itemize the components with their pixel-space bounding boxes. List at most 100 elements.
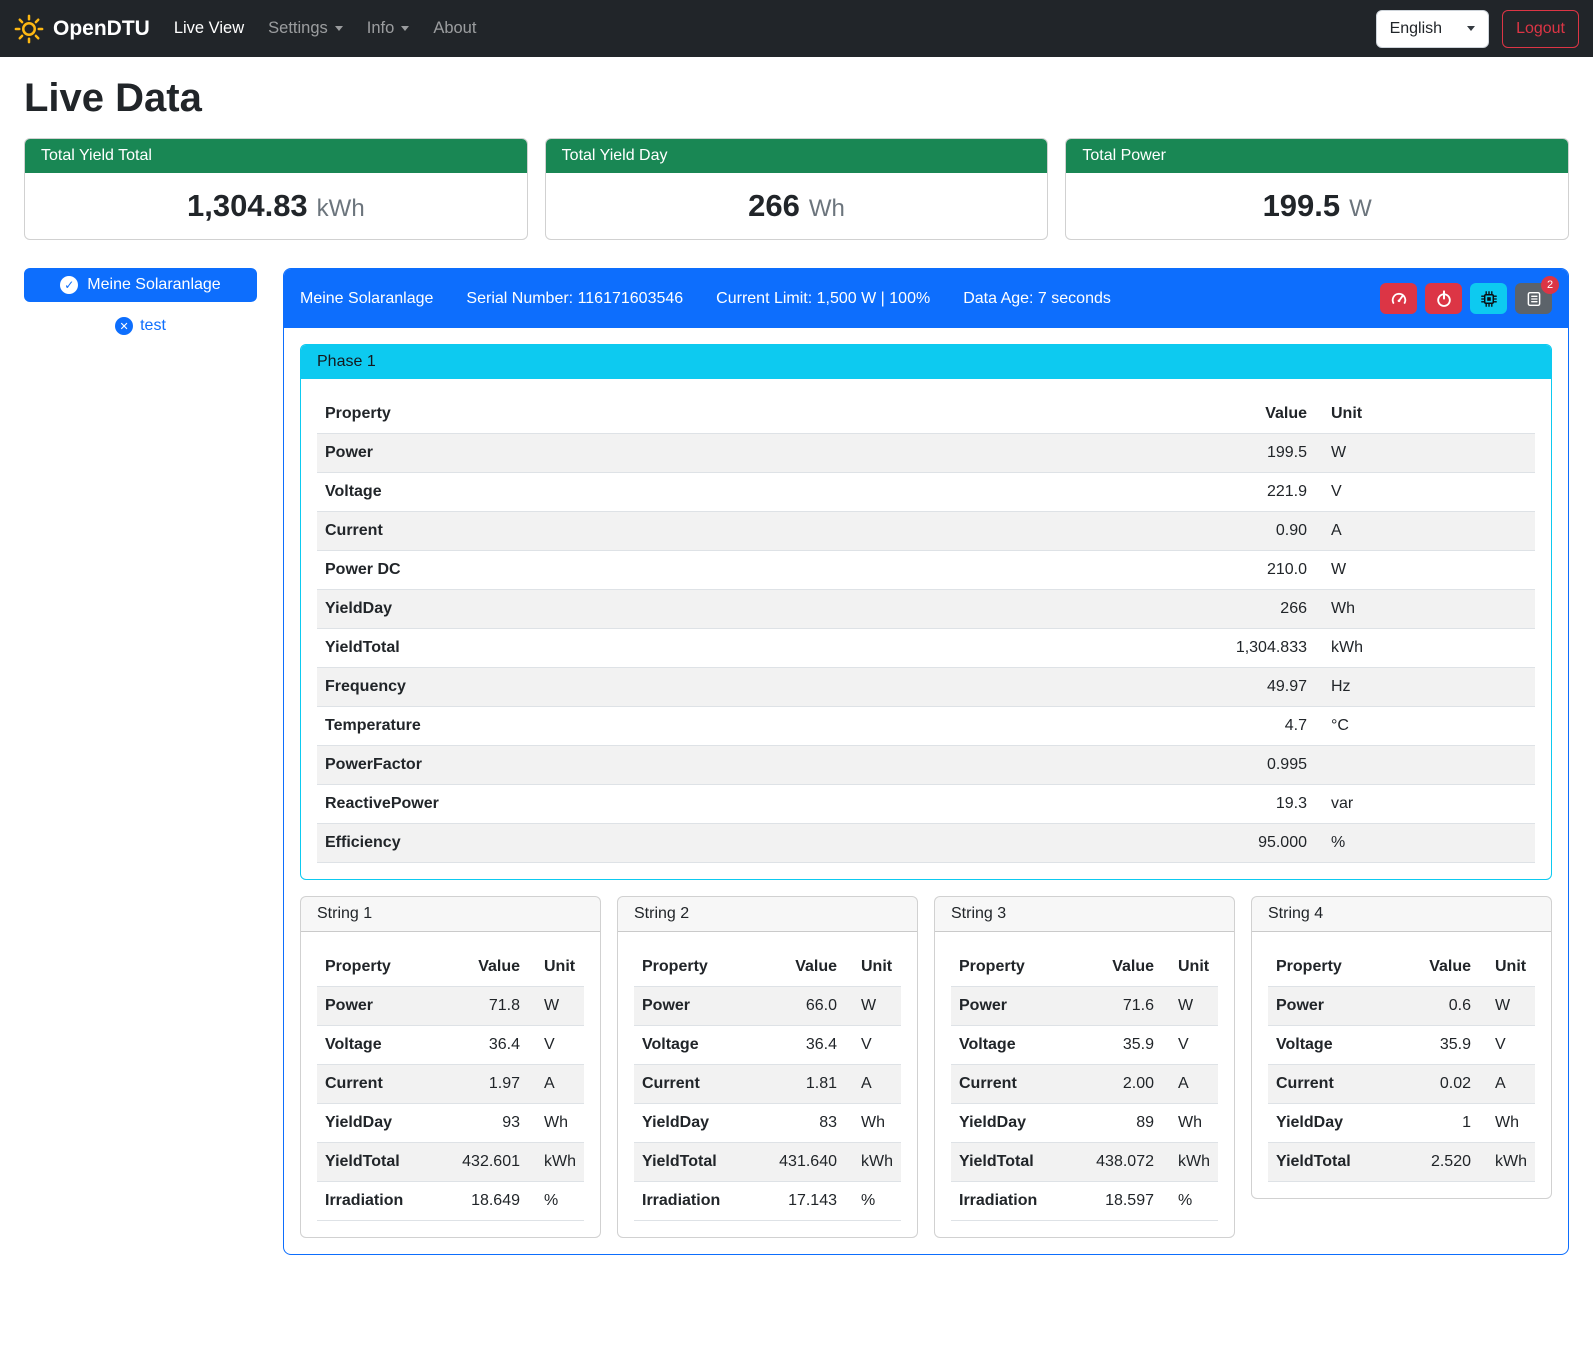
unit-cell: % <box>1162 1182 1218 1221</box>
language-select[interactable]: English <box>1376 10 1489 48</box>
table-header-row: PropertyValueUnit <box>951 948 1218 987</box>
column-header-unit: Unit <box>1479 948 1535 987</box>
phase-table-row: YieldDay266Wh <box>317 590 1535 629</box>
unit-cell: % <box>528 1182 584 1221</box>
value-cell: 89 <box>1069 1104 1162 1143</box>
inverter-panel-header: Meine Solaranlage Serial Number: 1161716… <box>284 269 1568 328</box>
phase-card-title: Phase 1 <box>301 345 1551 379</box>
column-header-value: Value <box>752 948 845 987</box>
phase-table: Property Value Unit Power199.5WVoltage22… <box>317 395 1535 863</box>
brand-name: OpenDTU <box>53 17 150 41</box>
property-cell: ReactivePower <box>317 785 914 824</box>
content-row: ✓ Meine Solaranlage ✕ test Meine Solaran… <box>24 268 1569 1255</box>
summary-card-body: 266Wh <box>546 173 1048 239</box>
string-card: String 1PropertyValueUnitPower71.8WVolta… <box>300 896 601 1238</box>
nav-settings[interactable]: Settings <box>258 11 353 46</box>
value-cell: 71.8 <box>435 987 528 1026</box>
inverter-panel: Meine Solaranlage Serial Number: 1161716… <box>283 268 1569 1255</box>
strings-row: String 1PropertyValueUnitPower71.8WVolta… <box>300 896 1552 1238</box>
sidebar-item-meine-solaranlage[interactable]: ✓ Meine Solaranlage <box>24 268 257 302</box>
table-header-row: Property Value Unit <box>317 395 1535 434</box>
string-card-body: PropertyValueUnitPower71.8WVoltage36.4VC… <box>301 932 600 1237</box>
property-cell: Irradiation <box>951 1182 1069 1221</box>
property-cell: YieldDay <box>1268 1104 1397 1143</box>
value-cell: 1,304.833 <box>914 629 1315 668</box>
string-card-body: PropertyValueUnitPower0.6WVoltage35.9VCu… <box>1252 932 1551 1198</box>
column-header-unit: Unit <box>1162 948 1218 987</box>
nav-about[interactable]: About <box>423 11 486 46</box>
nav-live-view[interactable]: Live View <box>164 11 254 46</box>
unit-cell: var <box>1315 785 1535 824</box>
string-table-row: YieldDay83Wh <box>634 1104 901 1143</box>
summary-card-unit: Wh <box>809 195 845 222</box>
summary-card-body: 199.5W <box>1066 173 1568 239</box>
string-table-row: YieldTotal431.640kWh <box>634 1143 901 1182</box>
chevron-down-icon <box>1467 26 1475 31</box>
column-header-unit: Unit <box>1315 395 1535 434</box>
column-header-property: Property <box>951 948 1069 987</box>
power-toggle-button[interactable] <box>1425 283 1462 314</box>
string-table-row: Current0.02A <box>1268 1065 1535 1104</box>
sun-logo-icon <box>14 14 44 44</box>
limit-settings-button[interactable] <box>1380 283 1417 314</box>
value-cell: 4.7 <box>914 707 1315 746</box>
property-cell: Efficiency <box>317 824 914 863</box>
phase-card-body: Property Value Unit Power199.5WVoltage22… <box>301 379 1551 879</box>
inverter-serial: Serial Number: 116171603546 <box>466 290 683 308</box>
string-table-row: Irradiation18.597% <box>951 1182 1218 1221</box>
column-header-property: Property <box>317 395 914 434</box>
property-cell: YieldTotal <box>634 1143 752 1182</box>
property-cell: Power <box>317 434 914 473</box>
value-cell: 438.072 <box>1069 1143 1162 1182</box>
unit-cell: A <box>845 1065 901 1104</box>
x-circle-icon: ✕ <box>115 317 133 335</box>
phase-table-row: Power DC210.0W <box>317 551 1535 590</box>
nav-settings-label: Settings <box>268 19 328 38</box>
unit-cell: Wh <box>845 1104 901 1143</box>
inverter-toolbar: 2 <box>1380 283 1552 314</box>
property-cell: Power <box>317 987 435 1026</box>
brand-link[interactable]: OpenDTU <box>14 14 150 44</box>
string-table-row: Current1.97A <box>317 1065 584 1104</box>
string-table-row: Power0.6W <box>1268 987 1535 1026</box>
language-select-value: English <box>1390 20 1442 38</box>
check-circle-icon: ✓ <box>60 276 78 294</box>
value-cell: 0.90 <box>914 512 1315 551</box>
chevron-down-icon <box>335 26 343 31</box>
nav-info[interactable]: Info <box>357 11 420 46</box>
event-log-button[interactable]: 2 <box>1515 283 1552 314</box>
total-yield-day-card: Total Yield Day 266Wh <box>545 138 1049 240</box>
unit-cell: V <box>1162 1026 1218 1065</box>
property-cell: Power <box>1268 987 1397 1026</box>
string-table: PropertyValueUnitPower71.6WVoltage35.9VC… <box>951 948 1218 1221</box>
total-power-card: Total Power 199.5W <box>1065 138 1569 240</box>
value-cell: 36.4 <box>435 1026 528 1065</box>
table-header-row: PropertyValueUnit <box>634 948 901 987</box>
unit-cell: W <box>1315 434 1535 473</box>
inverter-data-age: Data Age: 7 seconds <box>963 290 1111 308</box>
property-cell: Frequency <box>317 668 914 707</box>
gauge-icon <box>1390 290 1408 308</box>
property-cell: YieldTotal <box>951 1143 1069 1182</box>
string-card-title: String 3 <box>935 897 1234 932</box>
logout-button[interactable]: Logout <box>1502 10 1579 48</box>
string-table-row: Current2.00A <box>951 1065 1218 1104</box>
device-info-button[interactable] <box>1470 283 1507 314</box>
unit-cell: kWh <box>1315 629 1535 668</box>
value-cell: 1.81 <box>752 1065 845 1104</box>
string-table-row: Current1.81A <box>634 1065 901 1104</box>
property-cell: Current <box>317 1065 435 1104</box>
unit-cell: Wh <box>528 1104 584 1143</box>
property-cell: Irradiation <box>634 1182 752 1221</box>
summary-card-value: 199.5 <box>1263 188 1341 223</box>
table-header-row: PropertyValueUnit <box>317 948 584 987</box>
value-cell: 199.5 <box>914 434 1315 473</box>
sidebar-item-test[interactable]: ✕ test <box>24 317 257 335</box>
column-header-value: Value <box>914 395 1315 434</box>
property-cell: Voltage <box>1268 1026 1397 1065</box>
chevron-down-icon <box>401 26 409 31</box>
string-card: String 4PropertyValueUnitPower0.6WVoltag… <box>1251 896 1552 1199</box>
inverter-button-label: Meine Solaranlage <box>87 276 220 294</box>
unit-cell: °C <box>1315 707 1535 746</box>
string-card-title: String 4 <box>1252 897 1551 932</box>
